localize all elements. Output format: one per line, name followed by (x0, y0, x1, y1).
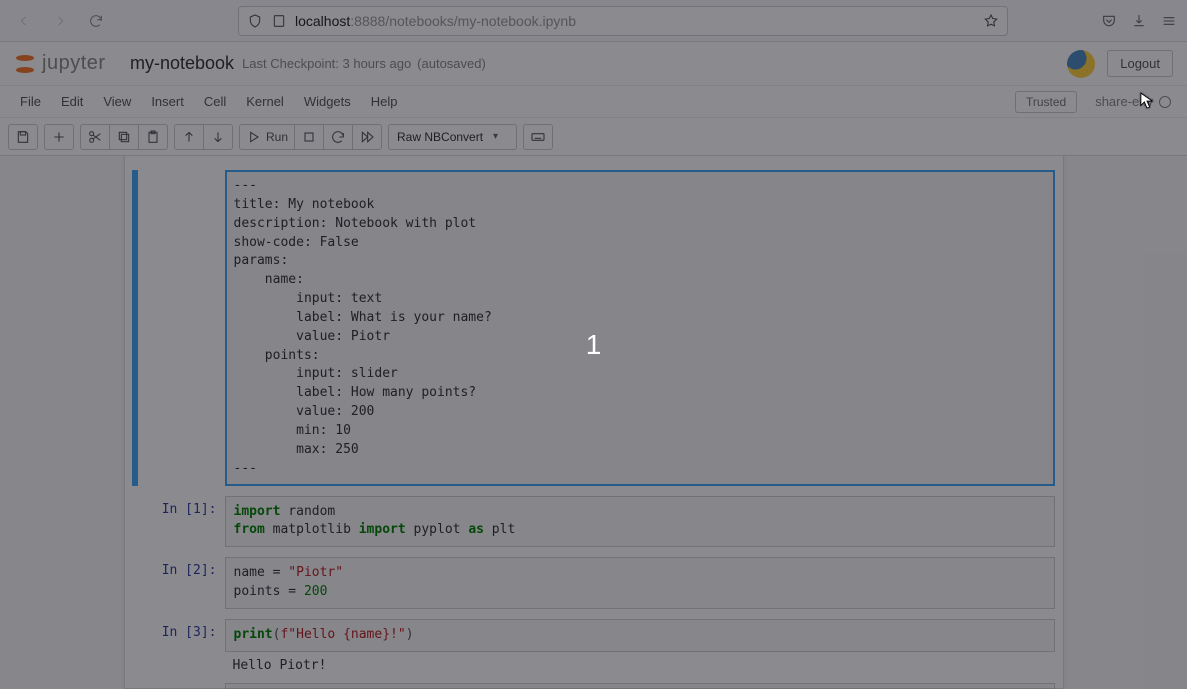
star-icon[interactable] (983, 13, 999, 29)
cell-input[interactable]: --- title: My notebook description: Note… (225, 170, 1055, 486)
restart-icon (330, 129, 346, 145)
arrow-left-icon (16, 13, 32, 29)
autosaved-text: (autosaved) (417, 56, 486, 71)
menu-file[interactable]: File (10, 90, 51, 113)
jupyter-logo-icon (14, 53, 36, 75)
menu-help[interactable]: Help (361, 90, 408, 113)
notebook-header: jupyter my-notebook Last Checkpoint: 3 h… (0, 42, 1187, 86)
menu-widgets[interactable]: Widgets (294, 90, 361, 113)
logout-button[interactable]: Logout (1107, 50, 1173, 77)
save-icon (15, 129, 31, 145)
arrow-down-icon (210, 129, 226, 145)
cell-raw[interactable]: . --- title: My notebook description: No… (133, 170, 1055, 486)
checkpoint-text: Last Checkpoint: 3 hours ago (242, 56, 411, 71)
play-icon (246, 129, 262, 145)
stop-button[interactable] (295, 124, 324, 150)
fast-forward-icon (359, 129, 375, 145)
reload-icon (88, 13, 104, 29)
copy-button[interactable] (110, 124, 139, 150)
keyboard-icon (530, 129, 546, 145)
nav-forward-button[interactable] (46, 7, 74, 35)
jupyter-logo-text: jupyter (42, 52, 106, 75)
save-button[interactable] (8, 124, 38, 150)
cell-prompt: In [1]: (133, 496, 225, 548)
kernel-indicator-icon (1159, 96, 1171, 108)
url-bar[interactable]: localhost:8888/notebooks/my-notebook.ipy… (238, 6, 1008, 36)
move-up-button[interactable] (174, 124, 204, 150)
cell-code-3[interactable]: In [3]: print(f"Hello {name}!") Hello Pi… (133, 619, 1055, 673)
run-button[interactable]: Run (239, 124, 295, 150)
menu-view[interactable]: View (93, 90, 141, 113)
nav-reload-button[interactable] (82, 7, 110, 35)
notebook-page: . --- title: My notebook description: No… (124, 156, 1064, 689)
trusted-badge[interactable]: Trusted (1015, 91, 1077, 113)
menu-edit[interactable]: Edit (51, 90, 93, 113)
cell-type-label: Raw NBConvert (397, 130, 483, 144)
cell-input[interactable]: name = "Piotr" points = 200 (225, 557, 1055, 609)
kernel-name[interactable]: share-env (1095, 94, 1177, 109)
shield-icon (247, 13, 263, 29)
cell-input[interactable]: print(f"Hello {name}!") (225, 619, 1055, 652)
cell-type-select[interactable]: Raw NBConvert (388, 124, 517, 150)
notebook-container: . --- title: My notebook description: No… (0, 156, 1187, 689)
cell-input[interactable]: import random from matplotlib import pyp… (225, 496, 1055, 548)
run-label: Run (266, 130, 288, 144)
paste-icon (145, 129, 161, 145)
kernel-logo-icon[interactable] (1067, 50, 1095, 78)
pocket-icon[interactable] (1101, 13, 1117, 29)
cell-prompt: . (133, 683, 225, 689)
browser-toolbar: localhost:8888/notebooks/my-notebook.ipy… (0, 0, 1187, 42)
menu-bar: File Edit View Insert Cell Kernel Widget… (0, 86, 1187, 118)
command-palette-button[interactable] (523, 124, 553, 150)
menu-kernel[interactable]: Kernel (236, 90, 294, 113)
restart-run-button[interactable] (353, 124, 382, 150)
cell-prompt: In [2]: (133, 557, 225, 609)
paste-button[interactable] (139, 124, 168, 150)
toolbar: Run Raw NBConvert (0, 118, 1187, 156)
page-icon (271, 13, 287, 29)
cut-button[interactable] (80, 124, 110, 150)
browser-right-icons (1101, 13, 1177, 29)
menu-insert[interactable]: Insert (141, 90, 194, 113)
copy-icon (116, 129, 132, 145)
arrow-up-icon (181, 129, 197, 145)
cell-code-2[interactable]: In [2]: name = "Piotr" points = 200 (133, 557, 1055, 609)
kernel-name-label: share-env (1095, 94, 1153, 109)
restart-button[interactable] (324, 124, 353, 150)
notebook-name[interactable]: my-notebook (130, 53, 234, 74)
cell-output: Hello Piotr! (225, 652, 1055, 673)
cell-input[interactable] (225, 683, 1055, 689)
hamburger-icon[interactable] (1161, 13, 1177, 29)
stop-icon (301, 129, 317, 145)
nav-back-button[interactable] (10, 7, 38, 35)
scissors-icon (87, 129, 103, 145)
cell-prompt: In [3]: (133, 619, 225, 673)
cell-empty[interactable]: . (133, 683, 1055, 689)
jupyter-logo[interactable]: jupyter (14, 52, 124, 75)
menu-cell[interactable]: Cell (194, 90, 236, 113)
add-cell-button[interactable] (44, 124, 74, 150)
cell-code-1[interactable]: In [1]: import random from matplotlib im… (133, 496, 1055, 548)
url-text: localhost:8888/notebooks/my-notebook.ipy… (295, 13, 975, 29)
download-icon[interactable] (1131, 13, 1147, 29)
cell-prompt: . (133, 170, 225, 486)
plus-icon (51, 129, 67, 145)
arrow-right-icon (52, 13, 68, 29)
move-down-button[interactable] (204, 124, 233, 150)
